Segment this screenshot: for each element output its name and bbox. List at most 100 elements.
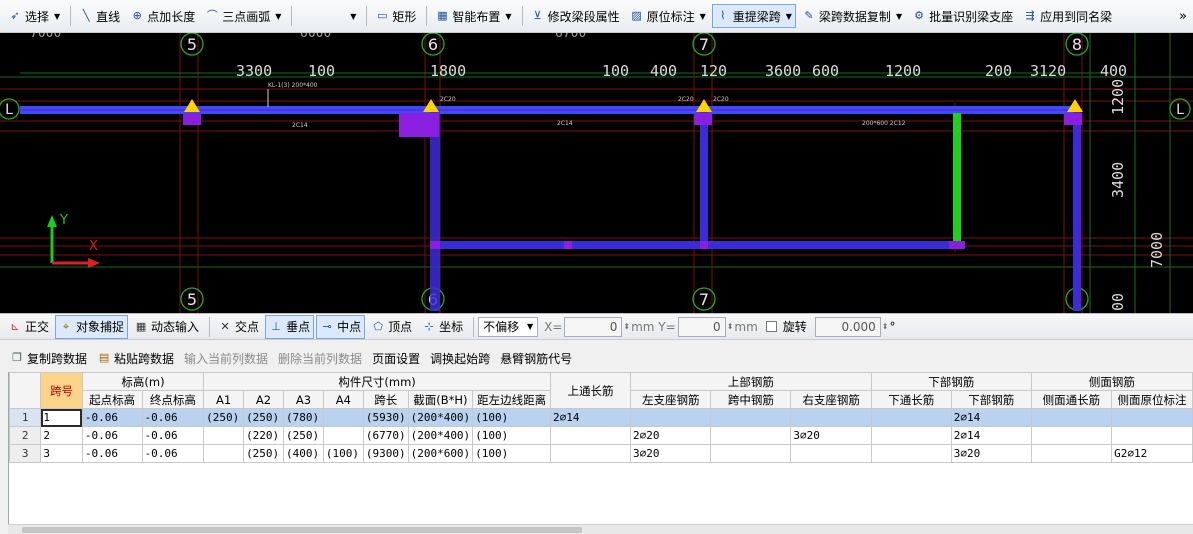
- side-local-annotation-header[interactable]: 侧面原位标注: [1111, 390, 1193, 409]
- beam-vertical-8[interactable]: [1073, 111, 1081, 311]
- paste-span-data-button[interactable]: ▤ 粘贴跨数据: [97, 350, 174, 367]
- cell-start[interactable]: -0.06: [81, 408, 143, 427]
- a4-header[interactable]: A4: [322, 390, 364, 409]
- re-extract-span-button[interactable]: ⌇ 重提梁跨 ▼: [711, 4, 796, 28]
- arc-button[interactable]: ⌒ 三点画弧 ▼: [201, 4, 285, 28]
- cell-a1[interactable]: [203, 426, 245, 445]
- rotate-checkbox[interactable]: [765, 321, 777, 332]
- y-offset-input[interactable]: 0: [677, 316, 726, 337]
- cell-sloc[interactable]: [1111, 426, 1193, 445]
- cell-a3[interactable]: (780): [282, 408, 324, 427]
- row-number-cell[interactable]: 2: [9, 426, 42, 445]
- toolbar-overflow-icon[interactable]: »: [1179, 9, 1187, 24]
- cell-a2[interactable]: (250): [243, 444, 284, 463]
- cell-start[interactable]: -0.06: [81, 426, 143, 445]
- a1-header[interactable]: A1: [203, 390, 245, 409]
- cell-a4[interactable]: (100): [322, 444, 364, 463]
- cell-a2[interactable]: (250): [243, 408, 284, 427]
- in-situ-label-button[interactable]: ▨ 原位标注 ▼: [626, 4, 710, 28]
- table-row[interactable]: 1 1 -0.06 -0.06 (250) (250) (780) (5930) (200*40…: [9, 408, 1193, 427]
- cell-span[interactable]: 1: [40, 408, 83, 427]
- cell-a2[interactable]: (220): [243, 426, 284, 445]
- cell-bot[interactable]: 2⌀14: [950, 408, 1032, 427]
- row-number-cell[interactable]: 1: [9, 408, 42, 427]
- beam-highlight[interactable]: [953, 113, 961, 241]
- delete-column-data-button[interactable]: 删除当前列数据: [278, 350, 362, 367]
- scrollbar-thumb[interactable]: [22, 527, 582, 533]
- rectangle-button[interactable]: ▭ 矩形: [371, 4, 420, 28]
- top-through-rebar-header[interactable]: 上通长筋: [550, 372, 632, 409]
- a3-header[interactable]: A3: [282, 390, 324, 409]
- midpoint-snap-button[interactable]: ⊸ 中点: [316, 314, 366, 339]
- cell-a3[interactable]: (250): [282, 426, 324, 445]
- cell-dist[interactable]: (100): [472, 408, 552, 427]
- span-length-header[interactable]: 跨长: [362, 390, 409, 409]
- chevron-down-icon[interactable]: ▼: [700, 12, 706, 21]
- modify-beam-button[interactable]: ⊻ 修改梁段属性: [527, 4, 624, 28]
- chevron-down-icon[interactable]: ▼: [896, 12, 902, 21]
- offset-mode-select[interactable]: 不偏移 ▼: [478, 316, 539, 337]
- cell-sec[interactable]: (200*400): [407, 408, 474, 427]
- end-elevation-header[interactable]: 终点标高: [141, 390, 205, 409]
- row-number-header[interactable]: [9, 372, 42, 409]
- object-snap-button[interactable]: ⌖ 对象捕捉: [55, 314, 129, 339]
- cell-span[interactable]: 2: [40, 426, 83, 445]
- cell-right[interactable]: [790, 444, 872, 463]
- beam-lower[interactable]: [430, 241, 960, 249]
- point-length-button[interactable]: ⊕ 点加长度: [126, 4, 199, 28]
- spinner-icon[interactable]: ⬍: [882, 322, 889, 331]
- cell-mid[interactable]: [710, 408, 792, 427]
- table-row[interactable]: 2 2 -0.06 -0.06 (220) (250) (6770) (200*400) (10…: [9, 426, 1193, 445]
- horizontal-scrollbar[interactable]: [8, 524, 1193, 534]
- left-distance-header[interactable]: 距左边线距离: [472, 390, 552, 409]
- cell-bthru[interactable]: [870, 426, 952, 445]
- chevron-down-icon[interactable]: ▼: [505, 12, 511, 21]
- cell-bthru[interactable]: [870, 408, 952, 427]
- cursor-button[interactable]: ➶ 选择 ▼: [4, 4, 64, 28]
- chevron-down-icon[interactable]: ▼: [275, 12, 281, 21]
- cell-right[interactable]: [790, 408, 872, 427]
- page-setup-button[interactable]: 页面设置: [372, 350, 420, 367]
- coordinate-snap-button[interactable]: ⊹ 坐标: [418, 315, 467, 339]
- cell-start[interactable]: -0.06: [81, 444, 143, 463]
- start-elevation-header[interactable]: 起点标高: [81, 390, 143, 409]
- bottom-through-rebar-header[interactable]: 下通长筋: [870, 390, 952, 409]
- cad-canvas[interactable]: 5 6 7 8 5 6 7 8 L L 3300 100 1800 100 40…: [0, 26, 1193, 313]
- chevron-down-icon[interactable]: ▼: [54, 12, 60, 21]
- row-number-cell[interactable]: 3: [9, 444, 42, 463]
- cell-top[interactable]: 2⌀14: [550, 408, 632, 427]
- cell-len[interactable]: (9300): [362, 444, 409, 463]
- cell-bot[interactable]: 3⌀20: [950, 444, 1032, 463]
- a2-header[interactable]: A2: [243, 390, 284, 409]
- cell-mid[interactable]: [710, 444, 792, 463]
- cell-sloc[interactable]: G2⌀12: [1111, 444, 1193, 463]
- cell-bot[interactable]: 2⌀14: [950, 426, 1032, 445]
- cell-sec[interactable]: (200*400): [407, 426, 474, 445]
- cell-right[interactable]: 3⌀20: [790, 426, 872, 445]
- dynamic-input-button[interactable]: ▦ 动态输入: [130, 315, 203, 339]
- cell-dist[interactable]: (100): [472, 444, 552, 463]
- cell-sec[interactable]: (200*600): [407, 444, 474, 463]
- cell-a1[interactable]: (250): [203, 408, 245, 427]
- perpendicular-snap-button[interactable]: ⊥ 垂点: [265, 314, 315, 339]
- cell-a3[interactable]: (400): [282, 444, 324, 463]
- cell-end[interactable]: -0.06: [141, 444, 205, 463]
- side-through-rebar-header[interactable]: 侧面通长筋: [1030, 390, 1113, 409]
- copy-span-data-button[interactable]: ✎ 梁跨数据复制 ▼: [798, 4, 906, 28]
- cell-a1[interactable]: [203, 444, 245, 463]
- cell-dist[interactable]: (100): [472, 426, 552, 445]
- cell-span[interactable]: 3: [40, 444, 83, 463]
- spinner-icon[interactable]: ⬍: [623, 322, 630, 331]
- left-support-rebar-header[interactable]: 左支座钢筋: [630, 390, 712, 409]
- spinner-icon[interactable]: ⬍: [727, 322, 734, 331]
- chevron-down-icon[interactable]: ▼: [786, 12, 792, 21]
- cell-a4[interactable]: [322, 426, 364, 445]
- apply-same-beam-button[interactable]: ⇶ 应用到同名梁: [1019, 4, 1116, 28]
- cell-end[interactable]: -0.06: [141, 408, 205, 427]
- cell-len[interactable]: (6770): [362, 426, 409, 445]
- cell-bthru[interactable]: [870, 444, 952, 463]
- smart-layout-button[interactable]: ▦ 智能布置 ▼: [431, 4, 515, 28]
- cell-len[interactable]: (5930): [362, 408, 409, 427]
- cell-mid[interactable]: [710, 426, 792, 445]
- cantilever-rebar-code-button[interactable]: 悬臂钢筋代号: [500, 350, 572, 367]
